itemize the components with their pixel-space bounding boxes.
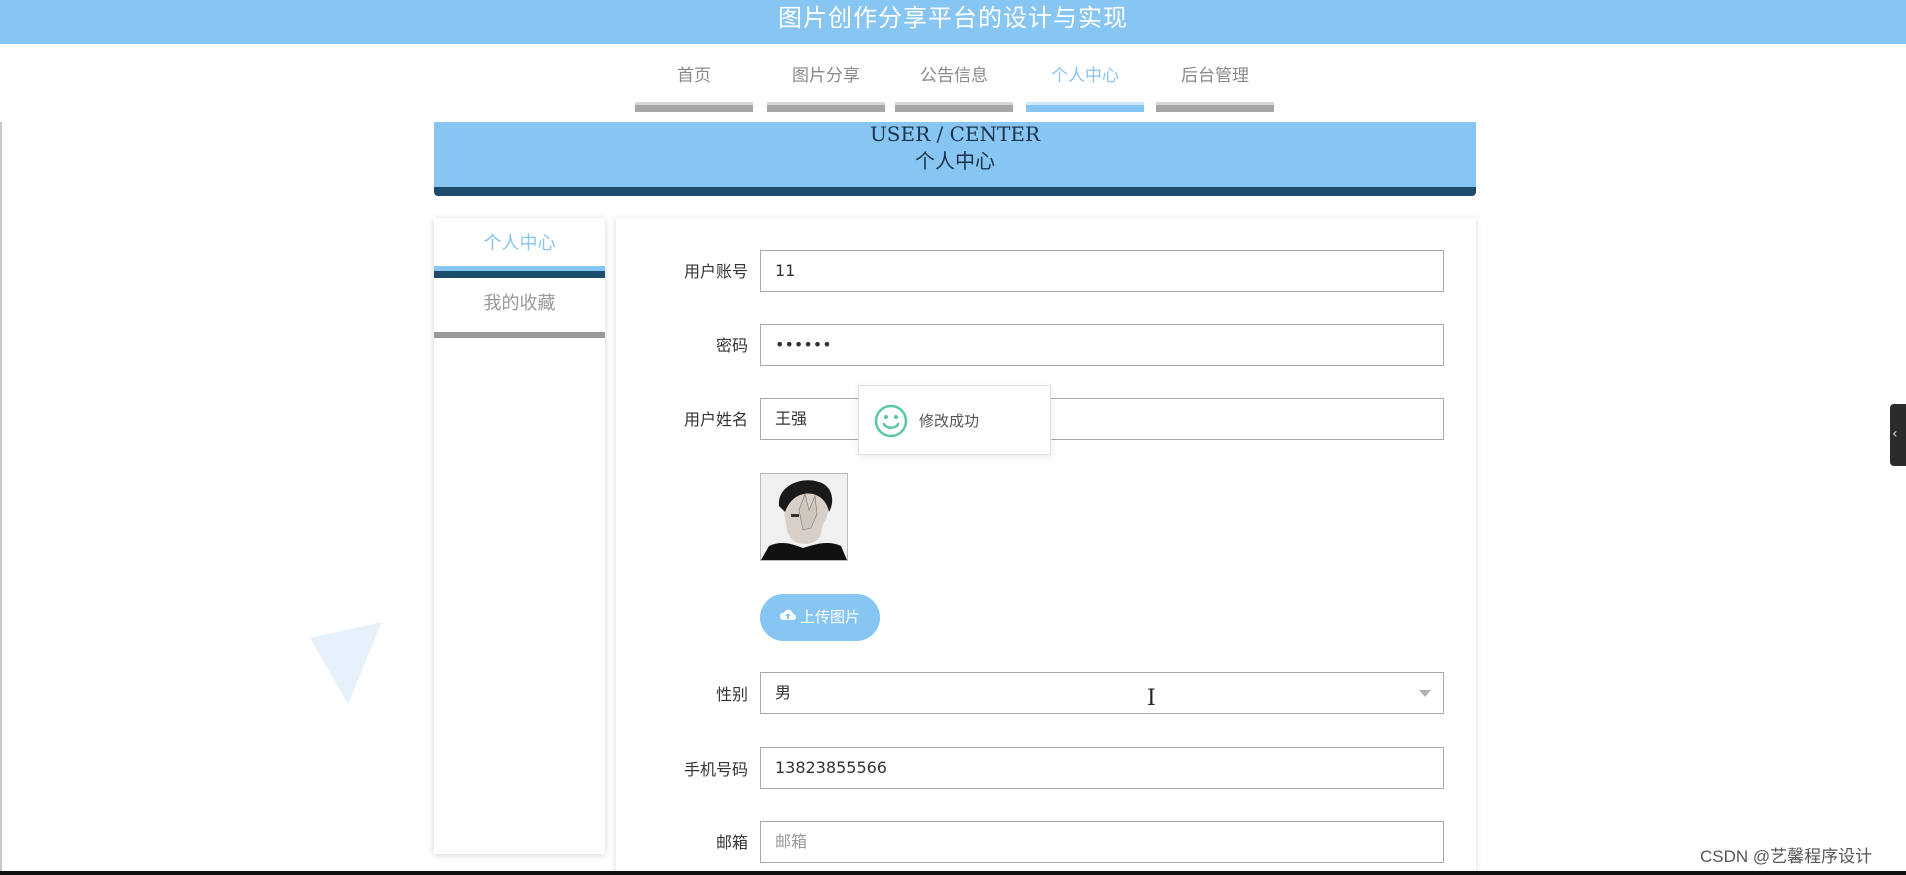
nav-item-label: 首页 (677, 66, 711, 86)
account-field[interactable]: 11 (760, 250, 1444, 292)
nav-item-label: 公告信息 (920, 66, 988, 86)
gender-select[interactable]: 男 (760, 672, 1444, 714)
sidebar-item-label: 我的收藏 (483, 293, 556, 314)
banner-title: 个人中心 (915, 149, 995, 173)
nav-underline (895, 102, 1013, 112)
avatar-preview (760, 473, 848, 561)
chevron-left-icon: ‹ (1892, 426, 1898, 442)
password-field[interactable]: •••••• (760, 324, 1444, 366)
user-sidebar: 个人中心 我的收藏 (434, 218, 605, 854)
watermark-text: CSDN @艺馨程序设计 (1700, 847, 1873, 866)
nav-item-image-share[interactable]: 图片分享 (767, 56, 885, 112)
nav-underline (1026, 102, 1144, 112)
nav-item-announcements[interactable]: 公告信息 (895, 56, 1013, 112)
sidebar-item-favorites[interactable]: 我的收藏 (434, 278, 605, 338)
bottom-frame-border (0, 871, 1906, 875)
banner-english-title: USER / CENTER (869, 122, 1041, 146)
nav-underline (767, 102, 885, 112)
account-label: 用户账号 (683, 262, 748, 281)
nav-item-home[interactable]: 首页 (635, 56, 753, 112)
nav-underline (635, 102, 753, 112)
phone-label: 手机号码 (683, 760, 748, 779)
sidebar-underline (434, 266, 605, 278)
sidebar-item-label: 个人中心 (483, 233, 556, 254)
left-frame-border (0, 122, 2, 875)
upload-button-label: 上传图片 (799, 608, 860, 626)
phone-field[interactable]: 13823855566 (760, 747, 1444, 789)
app-title: 图片创作分享平台的设计与实现 (778, 4, 1128, 32)
app-header: 图片创作分享平台的设计与实现 (0, 0, 1906, 44)
cloud-upload-icon (779, 594, 796, 641)
decorative-triangle (310, 620, 384, 708)
main-nav: 首页 图片分享 公告信息 个人中心 后台管理 (0, 56, 1906, 112)
password-label: 密码 (715, 336, 748, 355)
nav-item-admin[interactable]: 后台管理 (1156, 56, 1274, 112)
email-label: 邮箱 (715, 833, 748, 852)
upload-image-button[interactable]: 上传图片 (760, 594, 880, 641)
section-banner: USER / CENTER 个人中心 (434, 122, 1476, 196)
nav-item-label: 个人中心 (1051, 66, 1119, 86)
toast-message: 修改成功 (919, 412, 980, 430)
nav-item-user-center[interactable]: 个人中心 (1026, 56, 1144, 112)
nav-item-label: 后台管理 (1181, 66, 1249, 86)
text-cursor-icon: I (1147, 686, 1156, 711)
smile-icon (874, 404, 908, 442)
gender-selected-value: 男 (775, 683, 792, 702)
sidebar-item-user-center[interactable]: 个人中心 (434, 218, 605, 278)
chevron-down-icon (1419, 690, 1431, 697)
side-drawer-handle[interactable]: ‹ (1890, 404, 1906, 466)
gender-label: 性别 (715, 685, 748, 704)
name-label: 用户姓名 (683, 410, 748, 429)
nav-item-label: 图片分享 (792, 66, 860, 86)
success-toast: 修改成功 (858, 385, 1051, 455)
sidebar-underline (434, 332, 605, 338)
nav-underline (1156, 102, 1274, 112)
email-field[interactable]: 邮箱 (760, 821, 1444, 863)
